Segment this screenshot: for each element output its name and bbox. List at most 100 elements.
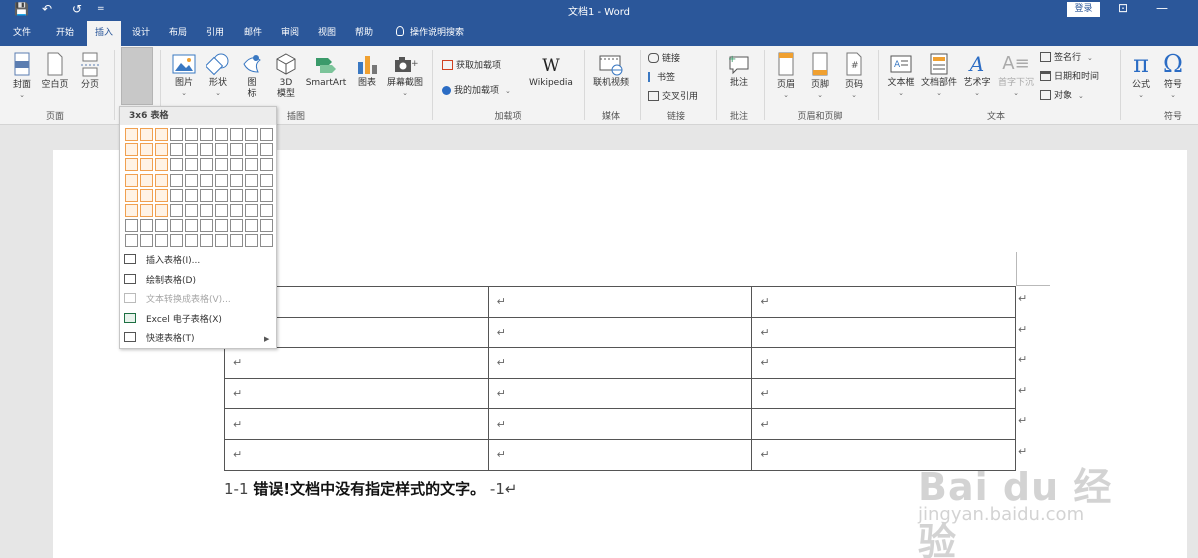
table-cell[interactable]: ↵ bbox=[487, 408, 753, 440]
grid-cell[interactable] bbox=[200, 158, 213, 172]
insert-table-item[interactable]: 插入表格(I)... bbox=[124, 253, 200, 269]
document-table[interactable]: ↵↵↵↵↵↵↵↵↵↵↵↵↵↵↵↵↵↵ bbox=[224, 286, 1016, 471]
grid-cell[interactable] bbox=[215, 128, 228, 141]
grid-cell[interactable] bbox=[140, 143, 153, 157]
tab-view[interactable]: 视图 bbox=[310, 21, 344, 46]
grid-cell[interactable] bbox=[260, 173, 273, 187]
tab-references[interactable]: 引用 bbox=[198, 21, 232, 46]
page-break-button[interactable]: 分页 bbox=[76, 52, 104, 91]
table-cell[interactable]: ↵ bbox=[487, 316, 753, 349]
grid-cell[interactable] bbox=[200, 188, 213, 202]
grid-cell[interactable] bbox=[170, 128, 183, 141]
signin-button[interactable]: 登录 bbox=[1067, 2, 1100, 17]
grid-cell[interactable] bbox=[185, 173, 198, 187]
grid-cell[interactable] bbox=[260, 219, 273, 233]
grid-cell[interactable] bbox=[215, 204, 228, 217]
grid-cell[interactable] bbox=[170, 173, 183, 187]
header-button[interactable]: 页眉 ⌄ bbox=[772, 52, 800, 99]
grid-cell[interactable] bbox=[230, 234, 243, 248]
table-cell[interactable]: ↵ bbox=[487, 438, 753, 471]
table-cell[interactable]: ↵ bbox=[487, 377, 753, 410]
grid-cell[interactable] bbox=[125, 204, 138, 217]
get-addins-button[interactable]: 获取加载项 bbox=[442, 60, 501, 72]
grid-cell[interactable] bbox=[155, 143, 168, 157]
3d-models-button[interactable]: 3D 模型 bbox=[272, 52, 300, 100]
quick-tables-item[interactable]: 快速表格(T) ▶ bbox=[124, 331, 274, 347]
grid-cell[interactable] bbox=[185, 204, 198, 217]
grid-cell[interactable] bbox=[215, 234, 228, 248]
grid-cell[interactable] bbox=[215, 143, 228, 157]
wikipedia-button[interactable]: W Wikipedia bbox=[526, 56, 576, 89]
grid-cell[interactable] bbox=[155, 128, 168, 141]
table-cell[interactable]: ↵ bbox=[487, 347, 753, 379]
grid-cell[interactable] bbox=[230, 204, 243, 217]
quick-parts-button[interactable]: 文档部件 ⌄ bbox=[920, 52, 958, 97]
grid-cell[interactable] bbox=[170, 158, 183, 172]
table-cell[interactable]: ↵ bbox=[751, 408, 1016, 440]
grid-cell[interactable] bbox=[260, 234, 273, 248]
shapes-button[interactable]: 形状 ⌄ bbox=[204, 52, 232, 97]
grid-cell[interactable] bbox=[245, 158, 258, 172]
excel-spreadsheet-item[interactable]: Excel 电子表格(X) bbox=[124, 312, 222, 328]
online-video-button[interactable]: 联机视频 bbox=[590, 52, 632, 89]
grid-cell[interactable] bbox=[215, 158, 228, 172]
table-cell[interactable]: ↵ bbox=[224, 377, 489, 410]
grid-cell[interactable] bbox=[125, 234, 138, 248]
table-cell[interactable]: ↵ bbox=[224, 438, 489, 471]
draw-table-item[interactable]: 绘制表格(D) bbox=[124, 273, 196, 289]
grid-cell[interactable] bbox=[245, 143, 258, 157]
icons-button[interactable]: 图 标 bbox=[240, 52, 264, 100]
tab-home[interactable]: 开始 bbox=[46, 21, 84, 46]
grid-cell[interactable] bbox=[155, 204, 168, 217]
pictures-button[interactable]: 图片 ⌄ bbox=[170, 52, 198, 97]
grid-cell[interactable] bbox=[230, 173, 243, 187]
wordart-button[interactable]: A 艺术字 ⌄ bbox=[960, 52, 994, 97]
grid-cell[interactable] bbox=[155, 158, 168, 172]
link-button[interactable]: 链接 bbox=[648, 53, 680, 65]
tab-design[interactable]: 设计 bbox=[124, 21, 158, 46]
grid-cell[interactable] bbox=[230, 188, 243, 202]
table-cell[interactable]: ↵ bbox=[487, 286, 753, 318]
grid-cell[interactable] bbox=[140, 188, 153, 202]
tab-file[interactable]: 文件 bbox=[4, 21, 40, 46]
text-box-button[interactable]: A 文本框 ⌄ bbox=[884, 52, 918, 97]
grid-cell[interactable] bbox=[185, 128, 198, 141]
table-cell[interactable]: ↵ bbox=[751, 286, 1016, 318]
grid-cell[interactable] bbox=[155, 234, 168, 248]
grid-cell[interactable] bbox=[260, 188, 273, 202]
comment-button[interactable]: + 批注 bbox=[724, 52, 754, 89]
grid-cell[interactable] bbox=[200, 128, 213, 141]
tab-mailings[interactable]: 邮件 bbox=[236, 21, 270, 46]
grid-cell[interactable] bbox=[170, 234, 183, 248]
grid-cell[interactable] bbox=[230, 128, 243, 141]
grid-cell[interactable] bbox=[170, 204, 183, 217]
grid-cell[interactable] bbox=[170, 219, 183, 233]
blank-page-button[interactable]: 空白页 bbox=[38, 52, 72, 91]
grid-cell[interactable] bbox=[185, 158, 198, 172]
grid-cell[interactable] bbox=[230, 158, 243, 172]
grid-cell[interactable] bbox=[155, 188, 168, 202]
grid-cell[interactable] bbox=[245, 219, 258, 233]
table-caption[interactable]: 1-1 错误!文档中没有指定样式的文字。 -1↵ bbox=[224, 478, 517, 499]
grid-cell[interactable] bbox=[245, 204, 258, 217]
grid-cell[interactable] bbox=[200, 234, 213, 248]
grid-cell[interactable] bbox=[185, 188, 198, 202]
grid-cell[interactable] bbox=[260, 158, 273, 172]
table-cell[interactable]: ↵ bbox=[751, 347, 1016, 379]
grid-cell[interactable] bbox=[140, 204, 153, 217]
grid-cell[interactable] bbox=[200, 219, 213, 233]
tell-me-search[interactable]: 操作说明搜索 bbox=[396, 21, 464, 46]
my-addins-button[interactable]: 我的加载项 ⌄ bbox=[442, 85, 511, 97]
equation-button[interactable]: π 公式 ⌄ bbox=[1126, 50, 1156, 99]
grid-cell[interactable] bbox=[155, 173, 168, 187]
bookmark-button[interactable]: 书签 bbox=[648, 72, 675, 84]
grid-cell[interactable] bbox=[125, 173, 138, 187]
grid-cell[interactable] bbox=[125, 128, 138, 141]
table-cell[interactable]: ↵ bbox=[224, 408, 489, 440]
cross-reference-button[interactable]: 交叉引用 bbox=[648, 91, 698, 103]
footer-button[interactable]: 页脚 ⌄ bbox=[806, 52, 834, 99]
grid-cell[interactable] bbox=[260, 204, 273, 217]
grid-cell[interactable] bbox=[200, 204, 213, 217]
minimize-button[interactable]: — bbox=[1156, 1, 1168, 15]
grid-cell[interactable] bbox=[215, 219, 228, 233]
